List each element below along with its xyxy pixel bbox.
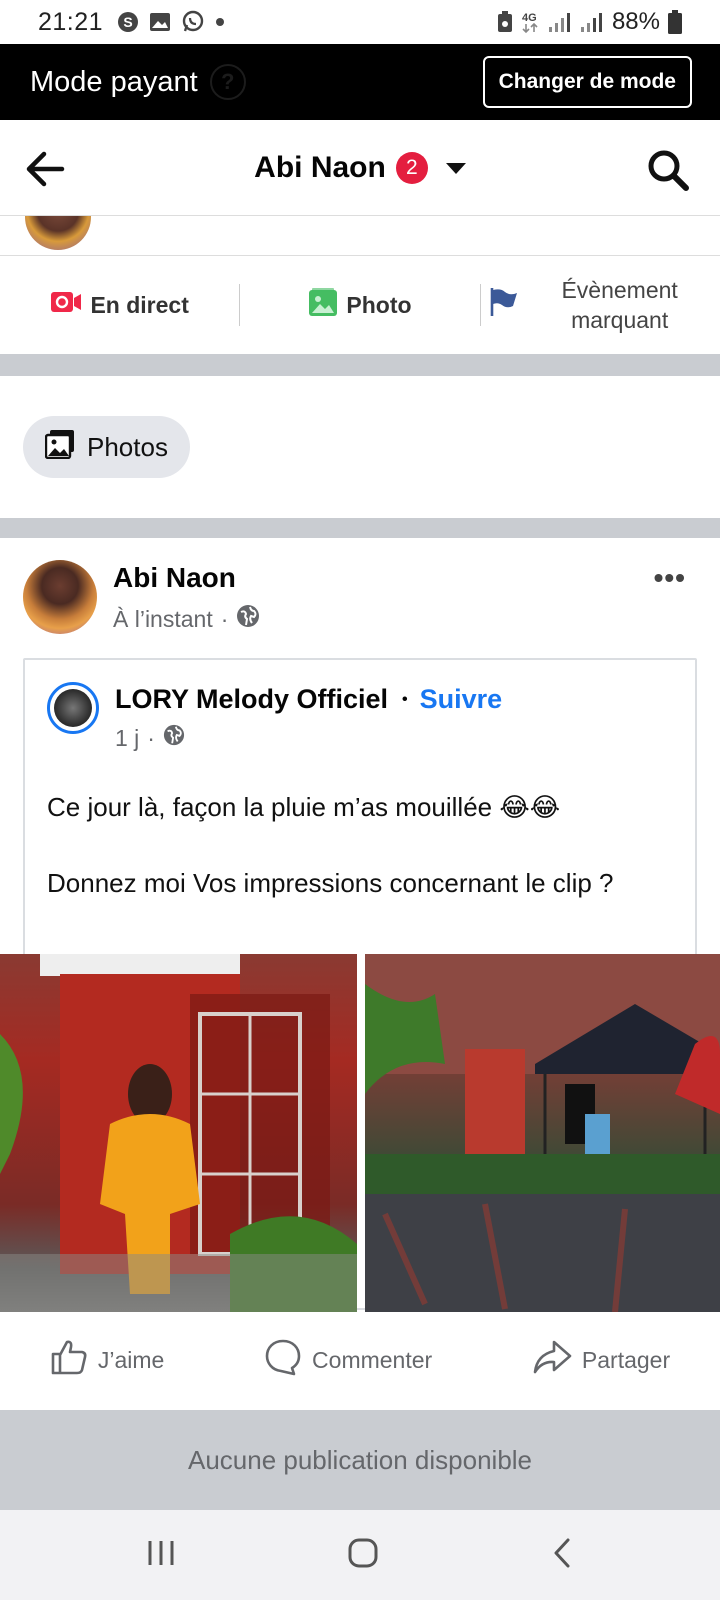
- thumbs-up-icon: [50, 1338, 88, 1382]
- header-title: Abi Naon: [254, 151, 386, 184]
- life-event-button[interactable]: Évènement marquant: [481, 256, 720, 354]
- paid-mode-title: Mode payant: [30, 65, 198, 98]
- share-button[interactable]: Partager: [532, 1339, 670, 1381]
- system-nav-bar: [0, 1510, 720, 1600]
- comment-label: Commenter: [312, 1346, 433, 1373]
- svg-text:S: S: [123, 14, 132, 30]
- help-icon[interactable]: ?: [209, 64, 246, 100]
- post-time[interactable]: À l’instant: [113, 606, 213, 633]
- page-avatar[interactable]: [47, 682, 99, 734]
- like-button[interactable]: J’aime: [50, 1338, 164, 1382]
- comment-icon: [264, 1338, 302, 1382]
- status-bar: 21:21 S 4G 88%: [0, 0, 720, 44]
- avatar[interactable]: [23, 560, 97, 634]
- notification-badge: 2: [395, 152, 428, 184]
- meta-dot: ·: [147, 724, 155, 751]
- globe-icon: [236, 604, 260, 634]
- shared-page-name[interactable]: LORY Melody Officiel: [115, 684, 388, 715]
- composer-actions: En direct Photo Évènement marquant: [0, 256, 720, 354]
- scrolled-profile-area: [0, 216, 720, 256]
- battery-icon: [668, 10, 682, 34]
- avatar[interactable]: [25, 216, 91, 250]
- globe-icon: [163, 724, 185, 752]
- profile-switcher[interactable]: Abi Naon 2: [0, 120, 720, 216]
- photo-label: Photo: [346, 291, 412, 318]
- post-text-line: Donnez moi Vos impressions concernant le…: [47, 868, 614, 898]
- share-label: Partager: [581, 1346, 671, 1373]
- post-photo[interactable]: [365, 954, 720, 1312]
- flag-icon: [487, 286, 519, 324]
- more-options-icon[interactable]: •••: [654, 562, 686, 594]
- filter-chips: Photos: [0, 376, 720, 518]
- photos-chip-label: Photos: [87, 431, 168, 462]
- network-label: 4G: [522, 12, 537, 24]
- battery-percent: 88%: [611, 8, 660, 35]
- data-saver-icon: [496, 11, 514, 33]
- network-type-icon: 4G: [522, 10, 540, 34]
- photos-chip[interactable]: Photos: [23, 416, 190, 478]
- status-left-icons: S: [117, 10, 225, 34]
- follow-separator: •: [402, 690, 408, 708]
- whatsapp-icon: [181, 10, 205, 34]
- life-event-label: Évènement marquant: [561, 277, 678, 333]
- post-action-bar: J’aime Commenter Partager: [0, 1310, 720, 1410]
- gallery-icon: [149, 12, 171, 32]
- change-mode-button[interactable]: Changer de mode: [482, 56, 692, 108]
- recent-apps-icon[interactable]: [146, 1539, 176, 1572]
- like-label: J’aime: [97, 1346, 165, 1373]
- live-video-icon: [50, 290, 82, 320]
- post-photo[interactable]: [0, 954, 357, 1312]
- photo-button[interactable]: Photo: [240, 256, 479, 354]
- shared-page-header: LORY Melody Officiel • Suivre: [115, 684, 502, 715]
- signal-icon: [580, 11, 604, 33]
- profile-header: Abi Naon 2: [0, 120, 720, 216]
- skype-icon: S: [117, 11, 139, 33]
- caret-down-icon[interactable]: [445, 162, 466, 174]
- comment-button[interactable]: Commenter: [264, 1338, 432, 1382]
- status-time: 21:21: [38, 7, 104, 36]
- post-text-line: Ce jour là, façon la pluie m’as mouillée…: [47, 792, 561, 822]
- meta-dot: ·: [220, 605, 229, 632]
- section-separator: [0, 354, 720, 376]
- back-nav-icon[interactable]: [550, 1537, 574, 1574]
- follow-button[interactable]: Suivre: [420, 684, 503, 715]
- page-logo: [54, 689, 92, 727]
- status-right-icons: 4G 88%: [496, 8, 682, 36]
- post-text: Ce jour là, façon la pluie m’as mouillée…: [47, 788, 667, 940]
- photos-icon: [44, 429, 75, 466]
- signal-icon: [548, 11, 572, 33]
- live-button[interactable]: En direct: [0, 256, 239, 354]
- dot-icon: [215, 17, 225, 27]
- post-author[interactable]: Abi Naon: [113, 562, 236, 594]
- post-meta: À l’instant ·: [113, 604, 260, 634]
- share-icon: [532, 1339, 572, 1381]
- post-photos: [0, 954, 720, 1312]
- section-separator: [0, 518, 720, 538]
- no-posts-message: Aucune publication disponible: [0, 1410, 720, 1510]
- home-icon[interactable]: [347, 1537, 379, 1574]
- photo-icon: [308, 287, 338, 323]
- shared-post-time[interactable]: 1 j: [115, 725, 139, 752]
- paid-mode-bar: Mode payant ? Changer de mode: [0, 44, 720, 120]
- live-label: En direct: [90, 291, 189, 318]
- shared-post-meta: 1 j ·: [115, 724, 185, 752]
- search-icon[interactable]: [646, 148, 690, 192]
